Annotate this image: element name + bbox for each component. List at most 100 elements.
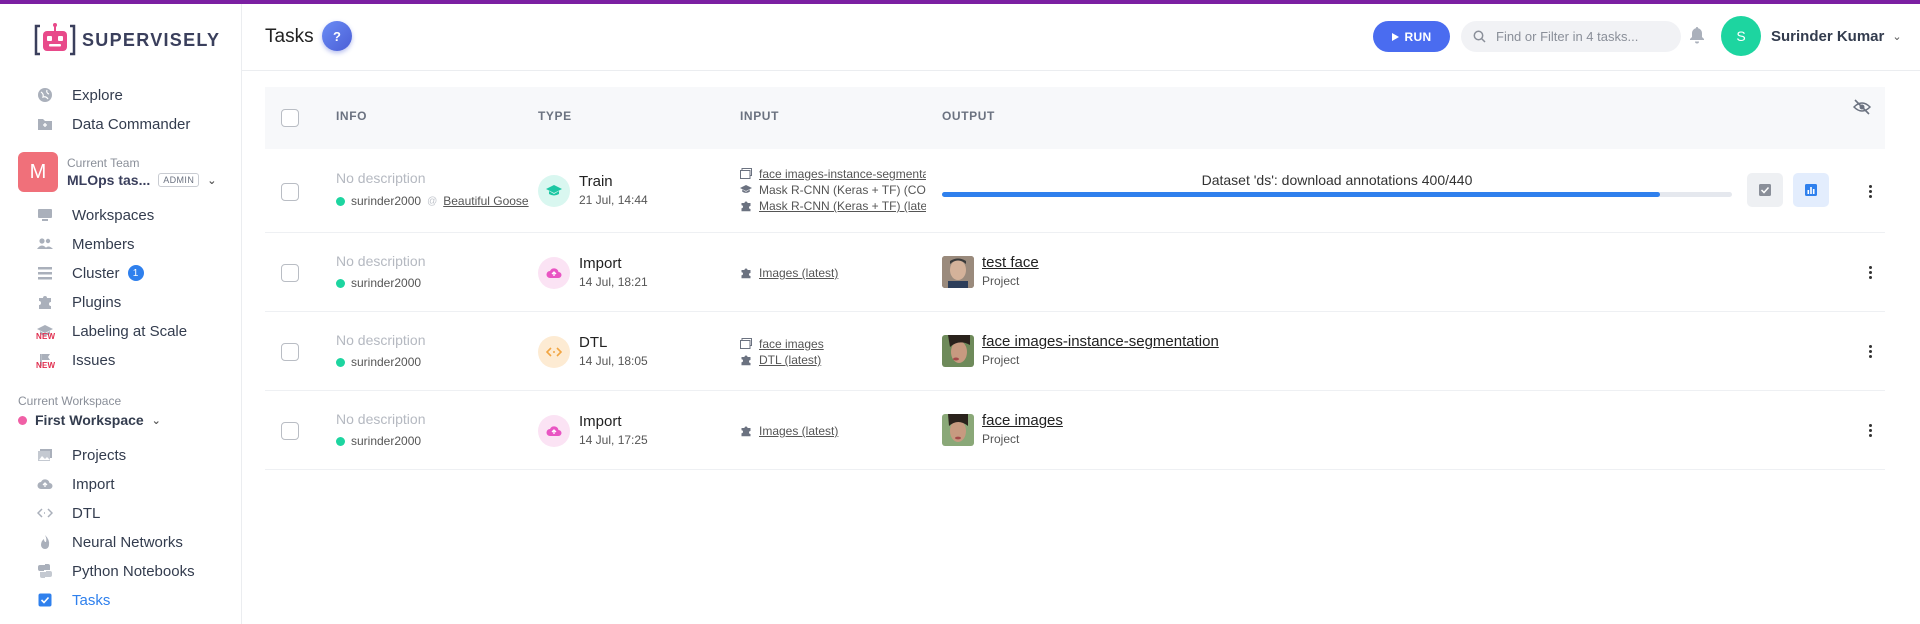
brand-name: SUPERVISELY xyxy=(82,29,221,50)
logo[interactable]: SUPERVISELY xyxy=(34,20,220,60)
task-date: 14 Jul, 18:21 xyxy=(579,275,648,289)
import-icon xyxy=(538,415,570,447)
row-menu-button[interactable] xyxy=(1867,424,1873,437)
folder-icon xyxy=(36,115,54,133)
input-item: face images xyxy=(740,337,926,351)
images-icon xyxy=(36,446,54,464)
sidebar-item-neural-networks[interactable]: Neural Networks xyxy=(36,529,183,555)
sidebar-item-label: Python Notebooks xyxy=(72,562,195,580)
sidebar-item-plugins[interactable]: Plugins xyxy=(36,289,121,315)
input-item: DTL (latest) xyxy=(740,353,926,367)
task-charts-button[interactable] xyxy=(1793,173,1829,207)
task-description: No description xyxy=(336,332,426,348)
input-link[interactable]: face images-instance-segmentation xyxy=(759,167,926,181)
column-header-output: OUTPUT xyxy=(942,109,995,123)
row-menu-button[interactable] xyxy=(1867,345,1873,358)
input-link[interactable]: Images (latest) xyxy=(759,266,838,280)
output-type: Project xyxy=(982,432,1020,446)
graduation-cap-icon xyxy=(740,184,752,196)
user-menu[interactable]: S Surinder Kumar ⌄ xyxy=(1721,16,1902,56)
workspace-switcher[interactable]: First Workspace ⌄ xyxy=(18,412,161,428)
sidebar-item-label: DTL xyxy=(72,504,101,522)
column-header-input: INPUT xyxy=(740,109,779,123)
status-dot xyxy=(336,436,345,446)
user-name: Surinder Kumar xyxy=(1771,27,1885,45)
output-project-link[interactable]: test face xyxy=(982,254,1039,271)
owner-name: surinder2000 xyxy=(351,434,422,448)
list-icon xyxy=(36,264,54,282)
status-dot xyxy=(336,357,345,367)
team-caption: Current Team xyxy=(67,156,140,170)
table-row[interactable]: No description surinder2000 Import 14 Ju… xyxy=(265,391,1885,470)
puzzle-icon xyxy=(36,293,54,311)
check-square-icon xyxy=(1759,184,1771,196)
sidebar-item-label: Tasks xyxy=(72,591,111,609)
new-badge: NEW xyxy=(36,361,56,370)
row-menu-button[interactable] xyxy=(1867,185,1873,198)
sidebar-item-issues[interactable]: NEW Issues xyxy=(36,347,115,373)
task-type: Import xyxy=(579,255,622,272)
sidebar-item-workspaces[interactable]: Workspaces xyxy=(36,202,154,228)
table-row[interactable]: No description surinder2000 DTL 14 Jul, … xyxy=(265,312,1885,391)
table-row[interactable]: No description surinder2000 @ Beautiful … xyxy=(265,149,1885,233)
sidebar-item-labeling-at-scale[interactable]: NEW Labeling at Scale xyxy=(36,318,187,344)
bar-chart-icon xyxy=(1805,184,1817,196)
owner-name: surinder2000 xyxy=(351,276,422,290)
eye-off-icon[interactable] xyxy=(1853,99,1871,115)
sidebar-item-python-notebooks[interactable]: Python Notebooks xyxy=(36,558,195,584)
output-project-link[interactable]: face images-instance-segmentation xyxy=(982,333,1219,350)
row-checkbox[interactable] xyxy=(281,264,299,282)
sidebar-item-projects[interactable]: Projects xyxy=(36,442,126,468)
input-item: Images (latest) xyxy=(740,266,926,280)
cluster-count-badge: 1 xyxy=(127,265,144,281)
sidebar-item-tasks[interactable]: Tasks xyxy=(36,587,110,613)
help-button[interactable]: ? xyxy=(322,21,352,51)
checkbox-icon xyxy=(36,591,54,609)
python-icon xyxy=(36,562,54,580)
task-owner: surinder2000 @ Beautiful Goose xyxy=(336,194,531,208)
globe-icon xyxy=(36,86,54,104)
row-checkbox[interactable] xyxy=(281,183,299,201)
input-link[interactable]: Images (latest) xyxy=(759,424,838,438)
tasks-table: INFO TYPE INPUT OUTPUT No description su… xyxy=(265,87,1885,470)
sidebar-item-label: Projects xyxy=(72,446,127,464)
row-menu-button[interactable] xyxy=(1867,266,1873,279)
sidebar-item-cluster[interactable]: Cluster 1 xyxy=(36,260,144,286)
input-link[interactable]: Mask R-CNN (Keras + TF) (latest) xyxy=(759,199,926,213)
input-item: Images (latest) xyxy=(740,424,926,438)
agent-link[interactable]: Beautiful Goose xyxy=(443,194,528,208)
input-link[interactable]: DTL (latest) xyxy=(759,353,821,367)
puzzle-icon xyxy=(740,200,752,212)
sidebar-item-import[interactable]: Import xyxy=(36,471,115,497)
sidebar-item-data-commander[interactable]: Data Commander xyxy=(36,111,190,137)
sidebar-item-label: Neural Networks xyxy=(72,533,183,551)
input-link[interactable]: face images xyxy=(759,337,824,351)
project-thumbnail xyxy=(942,256,974,288)
sidebar-item-dtl[interactable]: DTL xyxy=(36,500,100,526)
chevron-down-icon: ⌄ xyxy=(1892,30,1902,43)
task-results-button[interactable] xyxy=(1747,173,1783,207)
bell-icon[interactable] xyxy=(1689,26,1705,44)
sidebar-item-members[interactable]: Members xyxy=(36,231,135,257)
search-box[interactable] xyxy=(1461,21,1681,52)
run-button[interactable]: RUN xyxy=(1373,21,1450,52)
sidebar-item-explore[interactable]: Explore xyxy=(36,82,123,108)
output-project-link[interactable]: face images xyxy=(982,412,1063,429)
sidebar-item-label: Members xyxy=(72,235,135,253)
workspace-caption: Current Workspace xyxy=(18,394,122,408)
table-row[interactable]: No description surinder2000 Import 14 Ju… xyxy=(265,233,1885,312)
images-icon xyxy=(740,338,752,350)
input-item: Mask R-CNN (Keras + TF) (latest) xyxy=(740,199,926,213)
row-checkbox[interactable] xyxy=(281,343,299,361)
task-description: No description xyxy=(336,411,426,427)
column-header-type: TYPE xyxy=(538,109,572,123)
cloud-upload-icon xyxy=(36,475,54,493)
team-switcher[interactable]: M Current Team MLOps tas... ADMIN ⌄ xyxy=(18,152,216,192)
row-checkbox[interactable] xyxy=(281,422,299,440)
sidebar-item-label: Plugins xyxy=(72,293,122,311)
select-all-checkbox[interactable] xyxy=(281,109,299,127)
new-badge: NEW xyxy=(36,332,56,341)
workspace-dot xyxy=(18,415,27,425)
search-input[interactable] xyxy=(1496,29,1666,44)
progress-fill xyxy=(942,192,1661,197)
